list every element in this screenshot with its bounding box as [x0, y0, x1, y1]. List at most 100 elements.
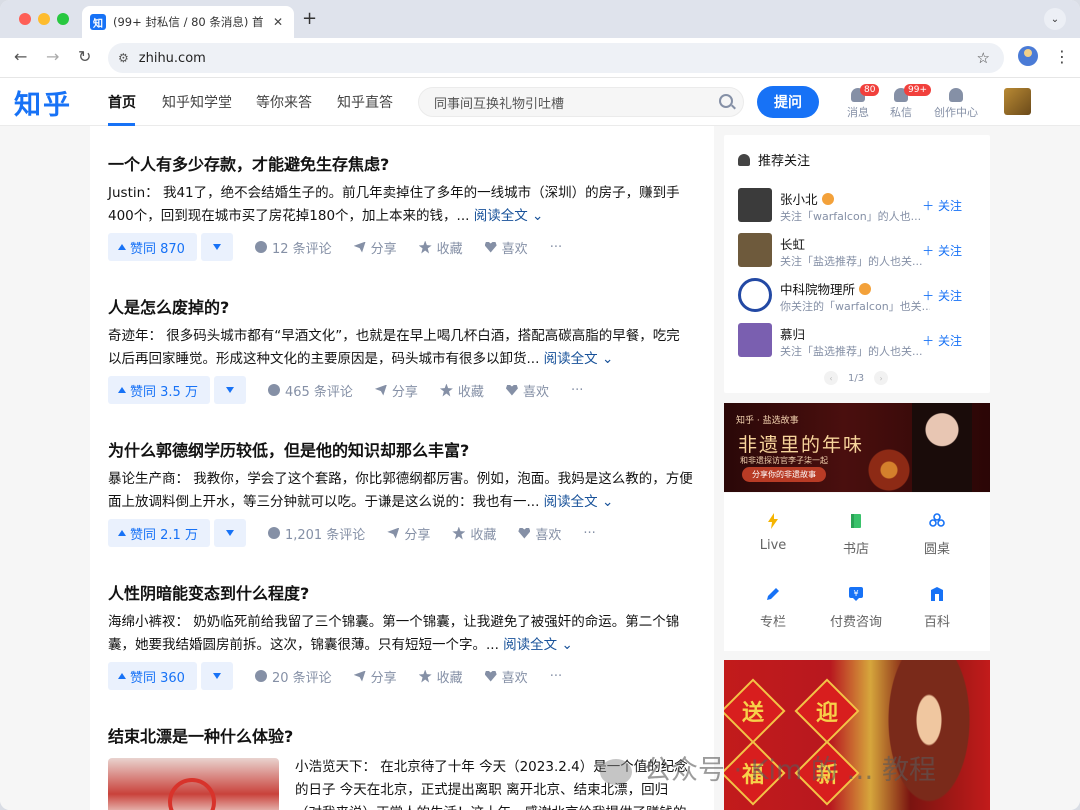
search-icon[interactable] — [719, 94, 733, 108]
search-placeholder: 同事间互换礼物引吐槽 — [434, 96, 565, 112]
collect-button[interactable]: 收藏 — [452, 524, 496, 543]
collect-button[interactable]: 收藏 — [418, 238, 463, 257]
tool-paid-consult[interactable]: ¥ 付费咨询 — [816, 586, 896, 630]
user-name[interactable]: 张小北 — [780, 189, 834, 208]
question-title[interactable]: 人是怎么废掉的? — [108, 297, 698, 319]
comment-button[interactable]: 12 条评论 — [254, 238, 332, 257]
close-window-button[interactable] — [19, 13, 31, 25]
tool-bookstore[interactable]: 书店 — [816, 513, 896, 557]
downvote-button[interactable] — [213, 376, 246, 404]
more-button[interactable]: ··· — [550, 669, 562, 684]
minimize-window-button[interactable] — [38, 13, 50, 25]
recommended-user[interactable]: 慕归 关注「盐选推荐」的人也关... ＋ 关注 — [738, 323, 982, 359]
nav-zhixuetang[interactable]: 知乎知学堂 — [162, 92, 232, 112]
like-button[interactable]: 喜欢 — [484, 667, 528, 686]
like-button[interactable]: 喜欢 — [484, 238, 528, 257]
answer-thumbnail-image[interactable] — [108, 758, 279, 810]
read-more-link[interactable]: 阅读全文 ⌄ — [474, 208, 544, 224]
upvote-button[interactable]: 赞同 2.1 万 — [108, 519, 210, 547]
nav-waiting-answers[interactable]: 等你来答 — [256, 92, 312, 112]
question-title[interactable]: 人性阴暗能变态到什么程度? — [108, 583, 698, 605]
comment-button[interactable]: 20 条评论 — [254, 667, 332, 686]
more-button[interactable]: ··· — [550, 240, 562, 255]
user-avatar[interactable] — [738, 323, 772, 357]
recommended-user[interactable]: 长虹 关注「盐选推荐」的人也关... ＋ 关注 — [738, 233, 982, 269]
share-button[interactable]: 分享 — [353, 238, 397, 257]
user-avatar[interactable] — [738, 278, 772, 312]
question-title[interactable]: 为什么郭德纲学历较低，但是他的知识却那么丰富? — [108, 440, 698, 462]
question-title[interactable]: 一个人有多少存款，才能避免生存焦虑? — [108, 154, 698, 176]
user-avatar[interactable] — [738, 188, 772, 222]
browser-menu-icon[interactable]: ⋮ — [1054, 47, 1070, 66]
tab-close-icon[interactable]: ✕ — [273, 15, 283, 29]
follow-button[interactable]: ＋ 关注 — [922, 242, 962, 259]
comment-button[interactable]: 465 条评论 — [267, 381, 353, 400]
follow-label: 关注 — [937, 199, 962, 213]
bookmark-star-icon[interactable]: ☆ — [977, 49, 990, 67]
forward-arrow-icon[interactable]: → — [46, 47, 59, 66]
reload-icon[interactable]: ↻ — [78, 47, 91, 66]
nav-zhida[interactable]: 知乎直答 — [337, 92, 393, 112]
upvote-button[interactable]: 赞同 3.5 万 — [108, 376, 210, 404]
user-avatar[interactable] — [738, 233, 772, 267]
like-button[interactable]: 喜欢 — [505, 381, 549, 400]
tool-wiki[interactable]: 百科 — [897, 586, 977, 630]
tab-search-chevron-icon[interactable]: ⌄ — [1044, 8, 1066, 30]
prev-page-button[interactable]: ‹ — [824, 371, 838, 385]
creator-center-button[interactable]: 创作中心 — [928, 86, 984, 122]
answer-excerpt[interactable]: Justin： 我41了，绝不会结婚生子的。前几年卖掉住了多年的一线城市（深圳）… — [108, 182, 693, 228]
collect-button[interactable]: 收藏 — [418, 667, 463, 686]
search-input[interactable]: 同事间互换礼物引吐槽 — [418, 87, 744, 117]
share-button[interactable]: 分享 — [387, 524, 430, 543]
user-name[interactable]: 中科院物理所 — [780, 279, 872, 298]
next-page-button[interactable]: › — [874, 371, 889, 385]
tool-live[interactable]: Live — [733, 513, 813, 553]
zhihu-logo[interactable]: 知乎 — [14, 83, 72, 122]
user-name[interactable]: 慕归 — [780, 324, 805, 343]
follow-button[interactable]: ＋ 关注 — [922, 287, 962, 304]
direct-messages-button[interactable]: 99+ 私信 — [876, 84, 931, 122]
promo-banner[interactable]: 知乎 · 盐选故事 非遗里的年味 和非遗探访官李子柒一起 分享你的非遗故事 — [724, 403, 990, 492]
tool-column[interactable]: 专栏 — [733, 586, 813, 630]
recommended-user[interactable]: 张小北 关注「warfalcon」的人也... ＋ 关注 — [738, 188, 982, 224]
ask-question-button[interactable]: 提问 — [757, 86, 819, 118]
more-button[interactable]: ··· — [583, 526, 595, 541]
new-tab-button[interactable]: + — [302, 8, 317, 29]
like-button[interactable]: 喜欢 — [518, 524, 561, 543]
share-button[interactable]: 分享 — [374, 381, 418, 400]
nav-home[interactable]: 首页 — [108, 92, 136, 112]
upvote-button[interactable]: 赞同 360 — [108, 662, 197, 690]
user-avatar[interactable] — [1004, 88, 1031, 115]
back-arrow-icon[interactable]: ← — [14, 47, 27, 66]
browser-profile-avatar[interactable] — [1018, 46, 1038, 66]
question-title[interactable]: 结束北漂是一种什么体验? — [108, 726, 698, 748]
follow-button[interactable]: ＋ 关注 — [922, 197, 962, 214]
site-info-icon[interactable]: ⚙ — [118, 51, 129, 65]
answer-author: 暴论生产商： — [108, 471, 189, 487]
share-button[interactable]: 分享 — [353, 667, 397, 686]
user-name[interactable]: 长虹 — [780, 234, 805, 253]
downvote-button[interactable] — [200, 233, 233, 261]
promo-ad-image[interactable]: 送 迎 福 新 — [724, 660, 990, 810]
upvote-button[interactable]: 赞同 870 — [108, 233, 197, 261]
address-bar[interactable]: ⚙ zhihu.com ☆ — [108, 43, 1004, 73]
collect-button[interactable]: 收藏 — [439, 381, 484, 400]
downvote-button[interactable] — [200, 662, 233, 690]
more-button[interactable]: ··· — [571, 383, 583, 398]
read-more-link[interactable]: 阅读全文 ⌄ — [503, 637, 573, 653]
browser-tab-active[interactable]: 知 (99+ 封私信 / 80 条消息) 首页 ✕ — [82, 6, 294, 38]
recommended-user[interactable]: 中科院物理所 你关注的「warfalcon」也关... ＋ 关注 — [738, 278, 982, 314]
comment-button[interactable]: 1,201 条评论 — [267, 524, 365, 543]
watermark: 公众号 · Kim 的 … 教程 — [600, 748, 936, 787]
banner-cta[interactable]: 分享你的非遗故事 — [742, 467, 826, 482]
tool-roundtable[interactable]: 圆桌 — [897, 513, 977, 557]
like-label: 喜欢 — [522, 384, 549, 400]
answer-excerpt[interactable]: 奇迹年： 很多码头城市都有“早酒文化”，也就是在早上喝几杯白酒，搭配高碳高脂的早… — [108, 325, 693, 371]
downvote-button[interactable] — [213, 519, 246, 547]
maximize-window-button[interactable] — [57, 13, 69, 25]
read-more-link[interactable]: 阅读全文 ⌄ — [544, 494, 614, 510]
answer-excerpt[interactable]: 暴论生产商： 我教你，学会了这个套路，你比郭德纲都厉害。例如，泡面。我妈是这么教… — [108, 468, 693, 514]
read-more-link[interactable]: 阅读全文 ⌄ — [544, 351, 614, 367]
follow-button[interactable]: ＋ 关注 — [922, 332, 962, 349]
answer-excerpt[interactable]: 海绵小裤衩： 奶奶临死前给我留了三个锦囊。第一个锦囊，让我避免了被强奸的命运。第… — [108, 611, 693, 657]
